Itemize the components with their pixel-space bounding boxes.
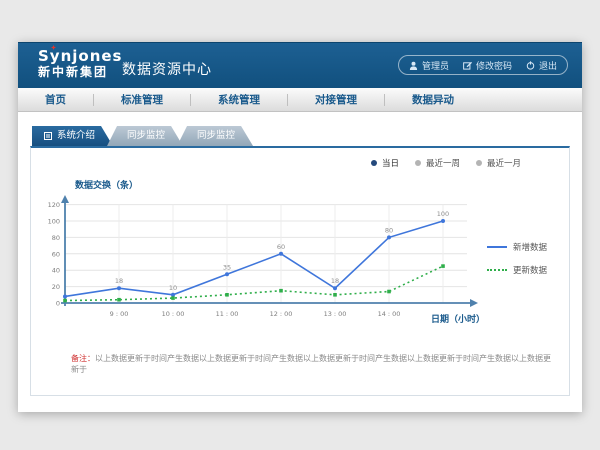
brand-logo-text: Synjones [38,48,123,65]
legend-label: 更新数据 [513,264,547,276]
svg-text:9 : 00: 9 : 00 [110,310,129,318]
user-icon [409,61,418,70]
chart-panel: 当日 最近一周 最近一月 数据交换（条） 0 20 40 60 80 100 120 9 : … [30,146,570,396]
radio-label: 当日 [382,157,399,169]
line-chart: 0 20 40 60 80 100 120 9 : 00 10 : 00 11 : 00 12 : … [47,193,481,323]
footer-note: 备注：以上数据更新于时间产生数据以上数据更新于时间产生数据以上数据更新于时间产生… [71,353,555,375]
svg-text:60: 60 [277,243,285,251]
svg-text:18: 18 [115,277,123,285]
y-axis-title: 数据交换（条） [75,178,569,191]
svg-text:12 : 00: 12 : 00 [270,310,293,318]
radio-dot [371,160,377,166]
nav-item-home[interactable]: 首页 [18,94,94,106]
radio-label: 最近一周 [426,157,460,169]
radio-today[interactable]: 当日 [371,157,399,169]
brand-company-name: 新中新集团 [38,65,123,79]
page-title: 数据资源中心 [122,59,212,79]
chart-row: 0 20 40 60 80 100 120 9 : 00 10 : 00 11 : 00 12 : … [31,193,569,323]
brand-logo: Synjones 新中新集团 [38,48,123,79]
legend-label: 新增数据 [513,241,547,253]
app-window: Synjones 新中新集团 数据资源中心 管理员 修改密码 [18,42,582,412]
main-nav: 首页 标准管理 系统管理 对接管理 数据异动 [18,88,582,112]
legend-item-new-data[interactable]: 新增数据 [487,241,569,253]
tab-sync-monitor-1[interactable]: 同步监控 [107,126,183,146]
app-header: Synjones 新中新集团 数据资源中心 管理员 修改密码 [18,42,582,88]
admin-user-button[interactable]: 管理员 [409,59,449,72]
svg-text:80: 80 [385,226,393,234]
radio-dot [415,160,421,166]
svg-text:18: 18 [331,277,339,285]
edit-icon [463,61,472,70]
svg-text:0: 0 [56,300,60,308]
tab-label: 同步监控 [127,126,165,146]
svg-text:10: 10 [169,284,177,292]
svg-text:13 : 00: 13 : 00 [324,310,347,318]
radio-dot [476,160,482,166]
user-toolbar: 管理员 修改密码 退出 [398,55,568,75]
svg-text:100: 100 [437,210,449,218]
note-label: 备注 [71,354,87,363]
radio-last-week[interactable]: 最近一周 [415,157,460,169]
svg-text:100: 100 [48,218,60,226]
svg-text:120: 120 [48,201,60,209]
svg-text:10 : 00: 10 : 00 [162,310,185,318]
svg-text:20: 20 [52,283,60,291]
nav-item-system-mgmt[interactable]: 系统管理 [191,94,288,106]
power-icon [526,61,535,70]
nav-item-integration-mgmt[interactable]: 对接管理 [288,94,385,106]
chart-canvas: 0 20 40 60 80 100 120 9 : 00 10 : 00 11 : 00 12 : … [47,193,481,323]
document-icon [44,132,52,140]
note-separator: ： [87,354,95,363]
svg-text:80: 80 [52,234,60,242]
tab-sync-monitor-2[interactable]: 同步监控 [177,126,253,146]
svg-text:40: 40 [52,267,60,275]
change-password-button[interactable]: 修改密码 [463,59,512,72]
radio-last-month[interactable]: 最近一月 [476,157,521,169]
radio-label: 最近一月 [487,157,521,169]
time-range-filter: 当日 最近一周 最近一月 [371,157,521,169]
tab-bar: 系统介绍 同步监控 同步监控 [32,126,570,146]
logout-button[interactable]: 退出 [526,59,557,72]
svg-text:35: 35 [223,263,231,271]
nav-item-data-changes[interactable]: 数据异动 [385,94,481,106]
legend-line-sample [487,246,507,248]
note-text: 以上数据更新于时间产生数据以上数据更新于时间产生数据以上数据更新于时间产生数据以… [71,354,551,374]
tab-system-intro[interactable]: 系统介绍 [32,126,113,146]
tab-label: 系统介绍 [57,126,95,146]
x-axis-title: 日期（小时） [431,312,485,325]
legend-item-updated-data[interactable]: 更新数据 [487,264,569,276]
tab-label: 同步监控 [197,126,235,146]
svg-text:60: 60 [52,250,60,258]
chart-legend: 新增数据 更新数据 [487,241,569,323]
svg-text:11 : 00: 11 : 00 [216,310,239,318]
nav-item-standard-mgmt[interactable]: 标准管理 [94,94,191,106]
content-area: 系统介绍 同步监控 同步监控 当日 最近一周 [18,112,582,412]
legend-line-sample [487,269,507,271]
svg-text:14 : 00: 14 : 00 [378,310,401,318]
